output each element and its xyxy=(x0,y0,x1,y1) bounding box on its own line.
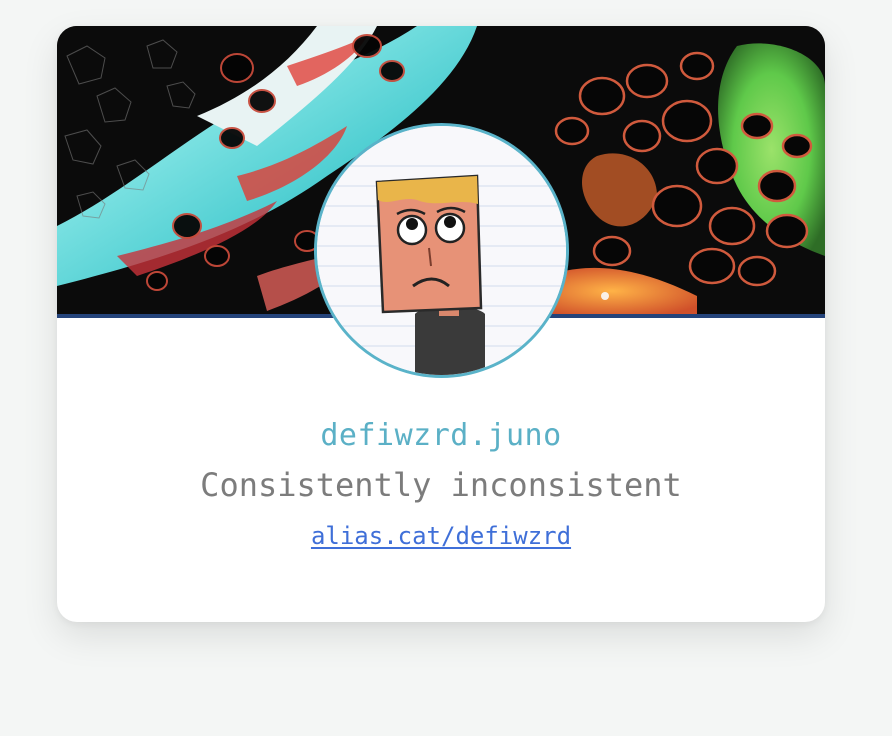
profile-link-row: alias.cat/defiwzrd xyxy=(57,522,825,550)
profile-card: defiwzrd.juno Consistently inconsistent … xyxy=(57,26,825,622)
profile-name: defiwzrd.juno xyxy=(320,418,562,453)
profile-link[interactable]: alias.cat/defiwzrd xyxy=(311,522,571,550)
profile-page: defiwzrd.juno Consistently inconsistent … xyxy=(0,0,892,736)
profile-bio: Consistently inconsistent xyxy=(200,466,682,504)
profile-avatar xyxy=(314,123,569,378)
